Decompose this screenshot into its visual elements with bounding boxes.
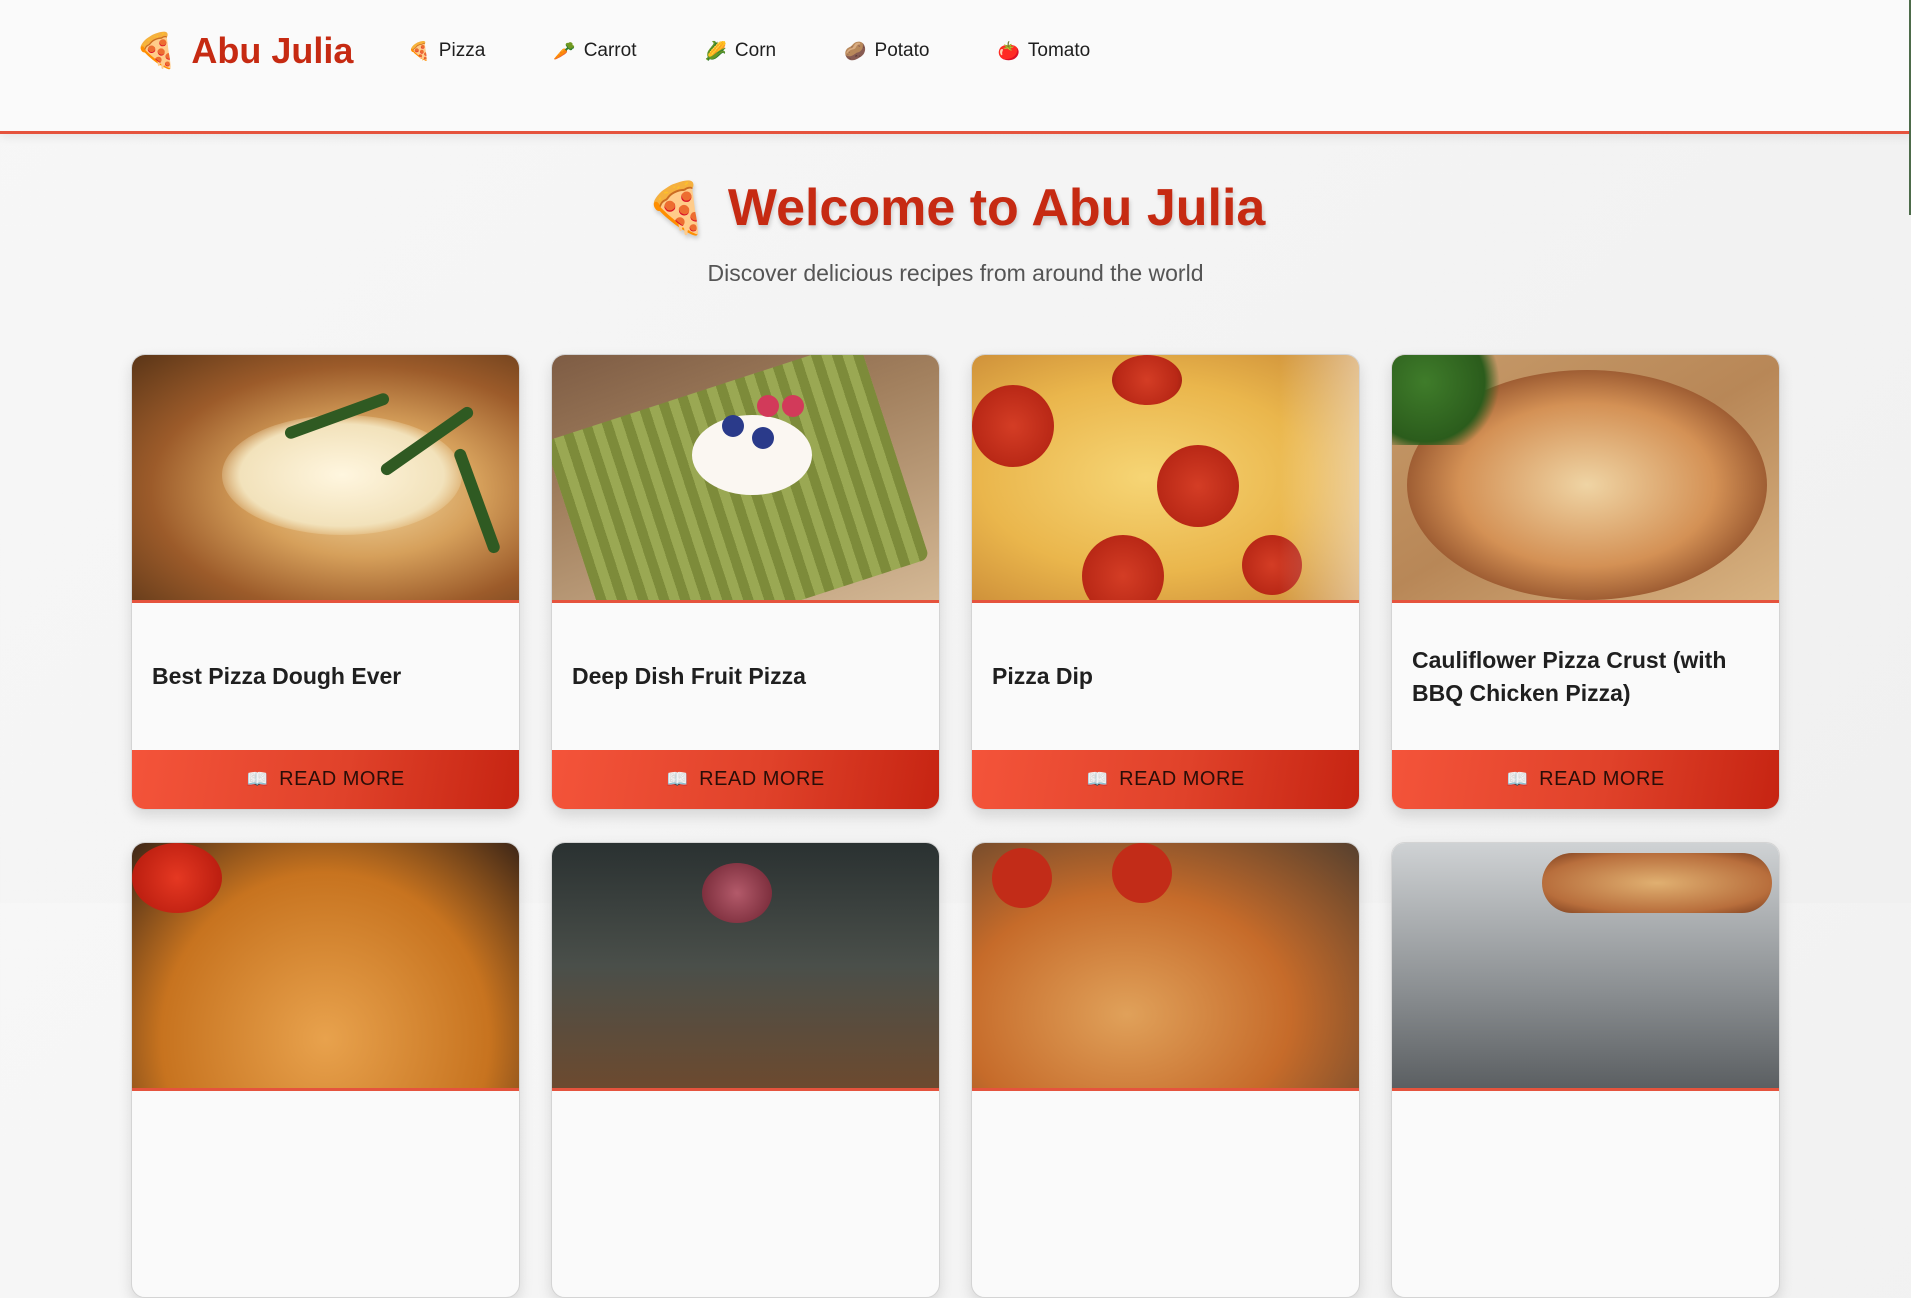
nav-item-potato[interactable]: 🥔 Potato bbox=[844, 40, 929, 62]
nav-item-label: Pizza bbox=[438, 40, 486, 61]
recipe-card[interactable]: Pizza Dip 📖 READ MORE bbox=[971, 354, 1360, 810]
recipe-card[interactable]: Best Pizza Dough Ever 📖 READ MORE bbox=[131, 354, 520, 810]
recipe-title[interactable]: Deep Dish Fruit Pizza bbox=[572, 660, 806, 693]
nav-item-label: Potato bbox=[874, 40, 930, 61]
book-icon: 📖 bbox=[666, 769, 690, 789]
read-more-label: READ MORE bbox=[279, 768, 405, 790]
read-more-button[interactable]: 📖 READ MORE bbox=[552, 750, 939, 809]
pizza-icon: 🍕 bbox=[645, 180, 708, 236]
book-icon: 📖 bbox=[1086, 769, 1110, 789]
recipe-title[interactable]: Pizza Dip bbox=[992, 660, 1093, 693]
page-subtitle: Discover delicious recipes from around t… bbox=[707, 260, 1204, 286]
nav-item-label: Carrot bbox=[583, 40, 637, 61]
recipe-image[interactable] bbox=[552, 843, 939, 1091]
read-more-button[interactable]: 📖 READ MORE bbox=[972, 750, 1359, 809]
recipe-grid: Best Pizza Dough Ever 📖 READ MORE Deep D… bbox=[131, 354, 1780, 1298]
recipe-card[interactable] bbox=[551, 842, 940, 1298]
nav-item-tomato[interactable]: 🍅 Tomato bbox=[997, 40, 1090, 62]
recipe-image[interactable] bbox=[552, 355, 939, 603]
hero: 🍕 Welcome to Abu Julia Discover deliciou… bbox=[0, 134, 1911, 287]
nav-item-pizza[interactable]: 🍕 Pizza bbox=[408, 40, 485, 62]
recipe-image[interactable] bbox=[132, 355, 519, 603]
page-title-text: Welcome to Abu Julia bbox=[727, 179, 1266, 237]
recipe-image[interactable] bbox=[132, 843, 519, 1091]
read-more-button[interactable]: 📖 READ MORE bbox=[132, 750, 519, 809]
recipe-image[interactable] bbox=[1392, 843, 1779, 1091]
read-more-label: READ MORE bbox=[1119, 768, 1245, 790]
recipe-card[interactable]: Cauliflower Pizza Crust (with BBQ Chicke… bbox=[1391, 354, 1780, 810]
brand-logo[interactable]: 🍕 Abu Julia bbox=[135, 30, 353, 72]
main-nav: 🍕 Pizza 🥕 Carrot 🌽 Corn 🥔 Potato 🍅 Tomat… bbox=[408, 30, 1158, 72]
nav-item-carrot[interactable]: 🥕 Carrot bbox=[553, 40, 636, 62]
recipe-title[interactable]: Best Pizza Dough Ever bbox=[152, 660, 401, 693]
recipe-card[interactable] bbox=[131, 842, 520, 1298]
read-more-label: READ MORE bbox=[699, 768, 825, 790]
carrot-icon: 🥕 bbox=[553, 41, 576, 61]
recipe-title[interactable]: Cauliflower Pizza Crust (with BBQ Chicke… bbox=[1412, 644, 1759, 709]
read-more-label: READ MORE bbox=[1539, 768, 1665, 790]
potato-icon: 🥔 bbox=[844, 41, 867, 61]
nav-item-corn[interactable]: 🌽 Corn bbox=[704, 40, 776, 62]
book-icon: 📖 bbox=[1506, 769, 1530, 789]
site-header: 🍕 Abu Julia 🍕 Pizza 🥕 Carrot 🌽 Corn 🥔 Po… bbox=[0, 0, 1911, 215]
recipe-image[interactable] bbox=[972, 843, 1359, 1091]
recipe-card[interactable]: Deep Dish Fruit Pizza 📖 READ MORE bbox=[551, 354, 940, 810]
recipe-card[interactable] bbox=[1391, 842, 1780, 1298]
recipe-image[interactable] bbox=[972, 355, 1359, 603]
nav-item-label: Tomato bbox=[1027, 40, 1091, 61]
recipe-card[interactable] bbox=[971, 842, 1360, 1298]
read-more-button[interactable]: 📖 READ MORE bbox=[1392, 750, 1779, 809]
book-icon: 📖 bbox=[246, 769, 270, 789]
nav-item-label: Corn bbox=[734, 40, 777, 61]
pizza-icon: 🍕 bbox=[135, 32, 178, 70]
pizza-icon: 🍕 bbox=[408, 41, 431, 61]
tomato-icon: 🍅 bbox=[997, 41, 1020, 61]
corn-icon: 🌽 bbox=[704, 41, 727, 61]
recipe-image[interactable] bbox=[1392, 355, 1779, 603]
brand-name: Abu Julia bbox=[191, 30, 354, 71]
page-title: 🍕 Welcome to Abu Julia bbox=[646, 178, 1266, 238]
